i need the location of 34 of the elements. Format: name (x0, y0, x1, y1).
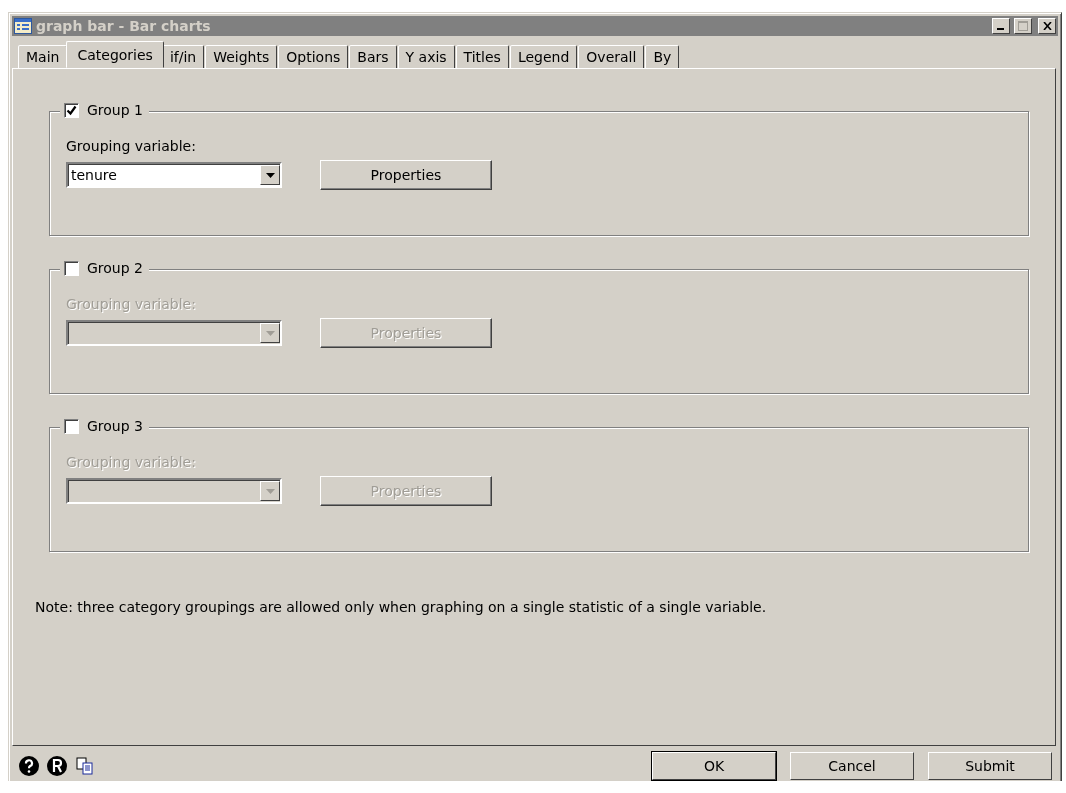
maximize-icon (1018, 21, 1028, 31)
maximize-button[interactable] (1014, 18, 1032, 34)
note-text: Note: three category groupings are allowed only when graphing on a single statistic of a single variable. (35, 599, 768, 615)
dialog-button[interactable]: Submit (928, 752, 1052, 780)
tab[interactable]: Legend (509, 45, 578, 68)
copy-icon[interactable] (74, 755, 96, 777)
help-icon[interactable] (18, 755, 40, 777)
group-label: Group 1 (87, 102, 143, 118)
close-icon (1042, 22, 1052, 30)
tab[interactable]: Categories (66, 41, 164, 68)
group-label: Group 2 (87, 260, 143, 276)
window-title: graph bar - Bar charts (36, 18, 212, 34)
tab[interactable]: Overall (578, 45, 645, 68)
tab[interactable]: Titles (455, 45, 509, 68)
tab[interactable]: Bars (349, 45, 397, 68)
tab[interactable]: Options (278, 45, 349, 68)
dropdown-field[interactable] (66, 320, 282, 346)
tab[interactable]: By (645, 45, 680, 68)
dialog-button[interactable]: OK (652, 752, 776, 780)
close-button[interactable] (1038, 18, 1056, 34)
window-icon (14, 18, 32, 34)
dropdown-field[interactable]: tenure (66, 162, 282, 188)
field-label: Grouping variable: (66, 138, 197, 154)
dropdown-field[interactable] (66, 478, 282, 504)
tab[interactable]: Main (18, 45, 68, 68)
dialog-button[interactable]: Cancel (790, 752, 914, 780)
tab[interactable]: Y axis (397, 45, 455, 68)
group-label: Group 3 (87, 418, 143, 434)
minimize-button[interactable] (992, 18, 1010, 34)
properties-button[interactable]: Properties (320, 160, 492, 190)
tab[interactable]: Weights (205, 45, 278, 68)
tab[interactable]: if/in (161, 45, 205, 68)
checkbox[interactable] (64, 102, 79, 118)
registered-icon[interactable] (46, 755, 68, 777)
